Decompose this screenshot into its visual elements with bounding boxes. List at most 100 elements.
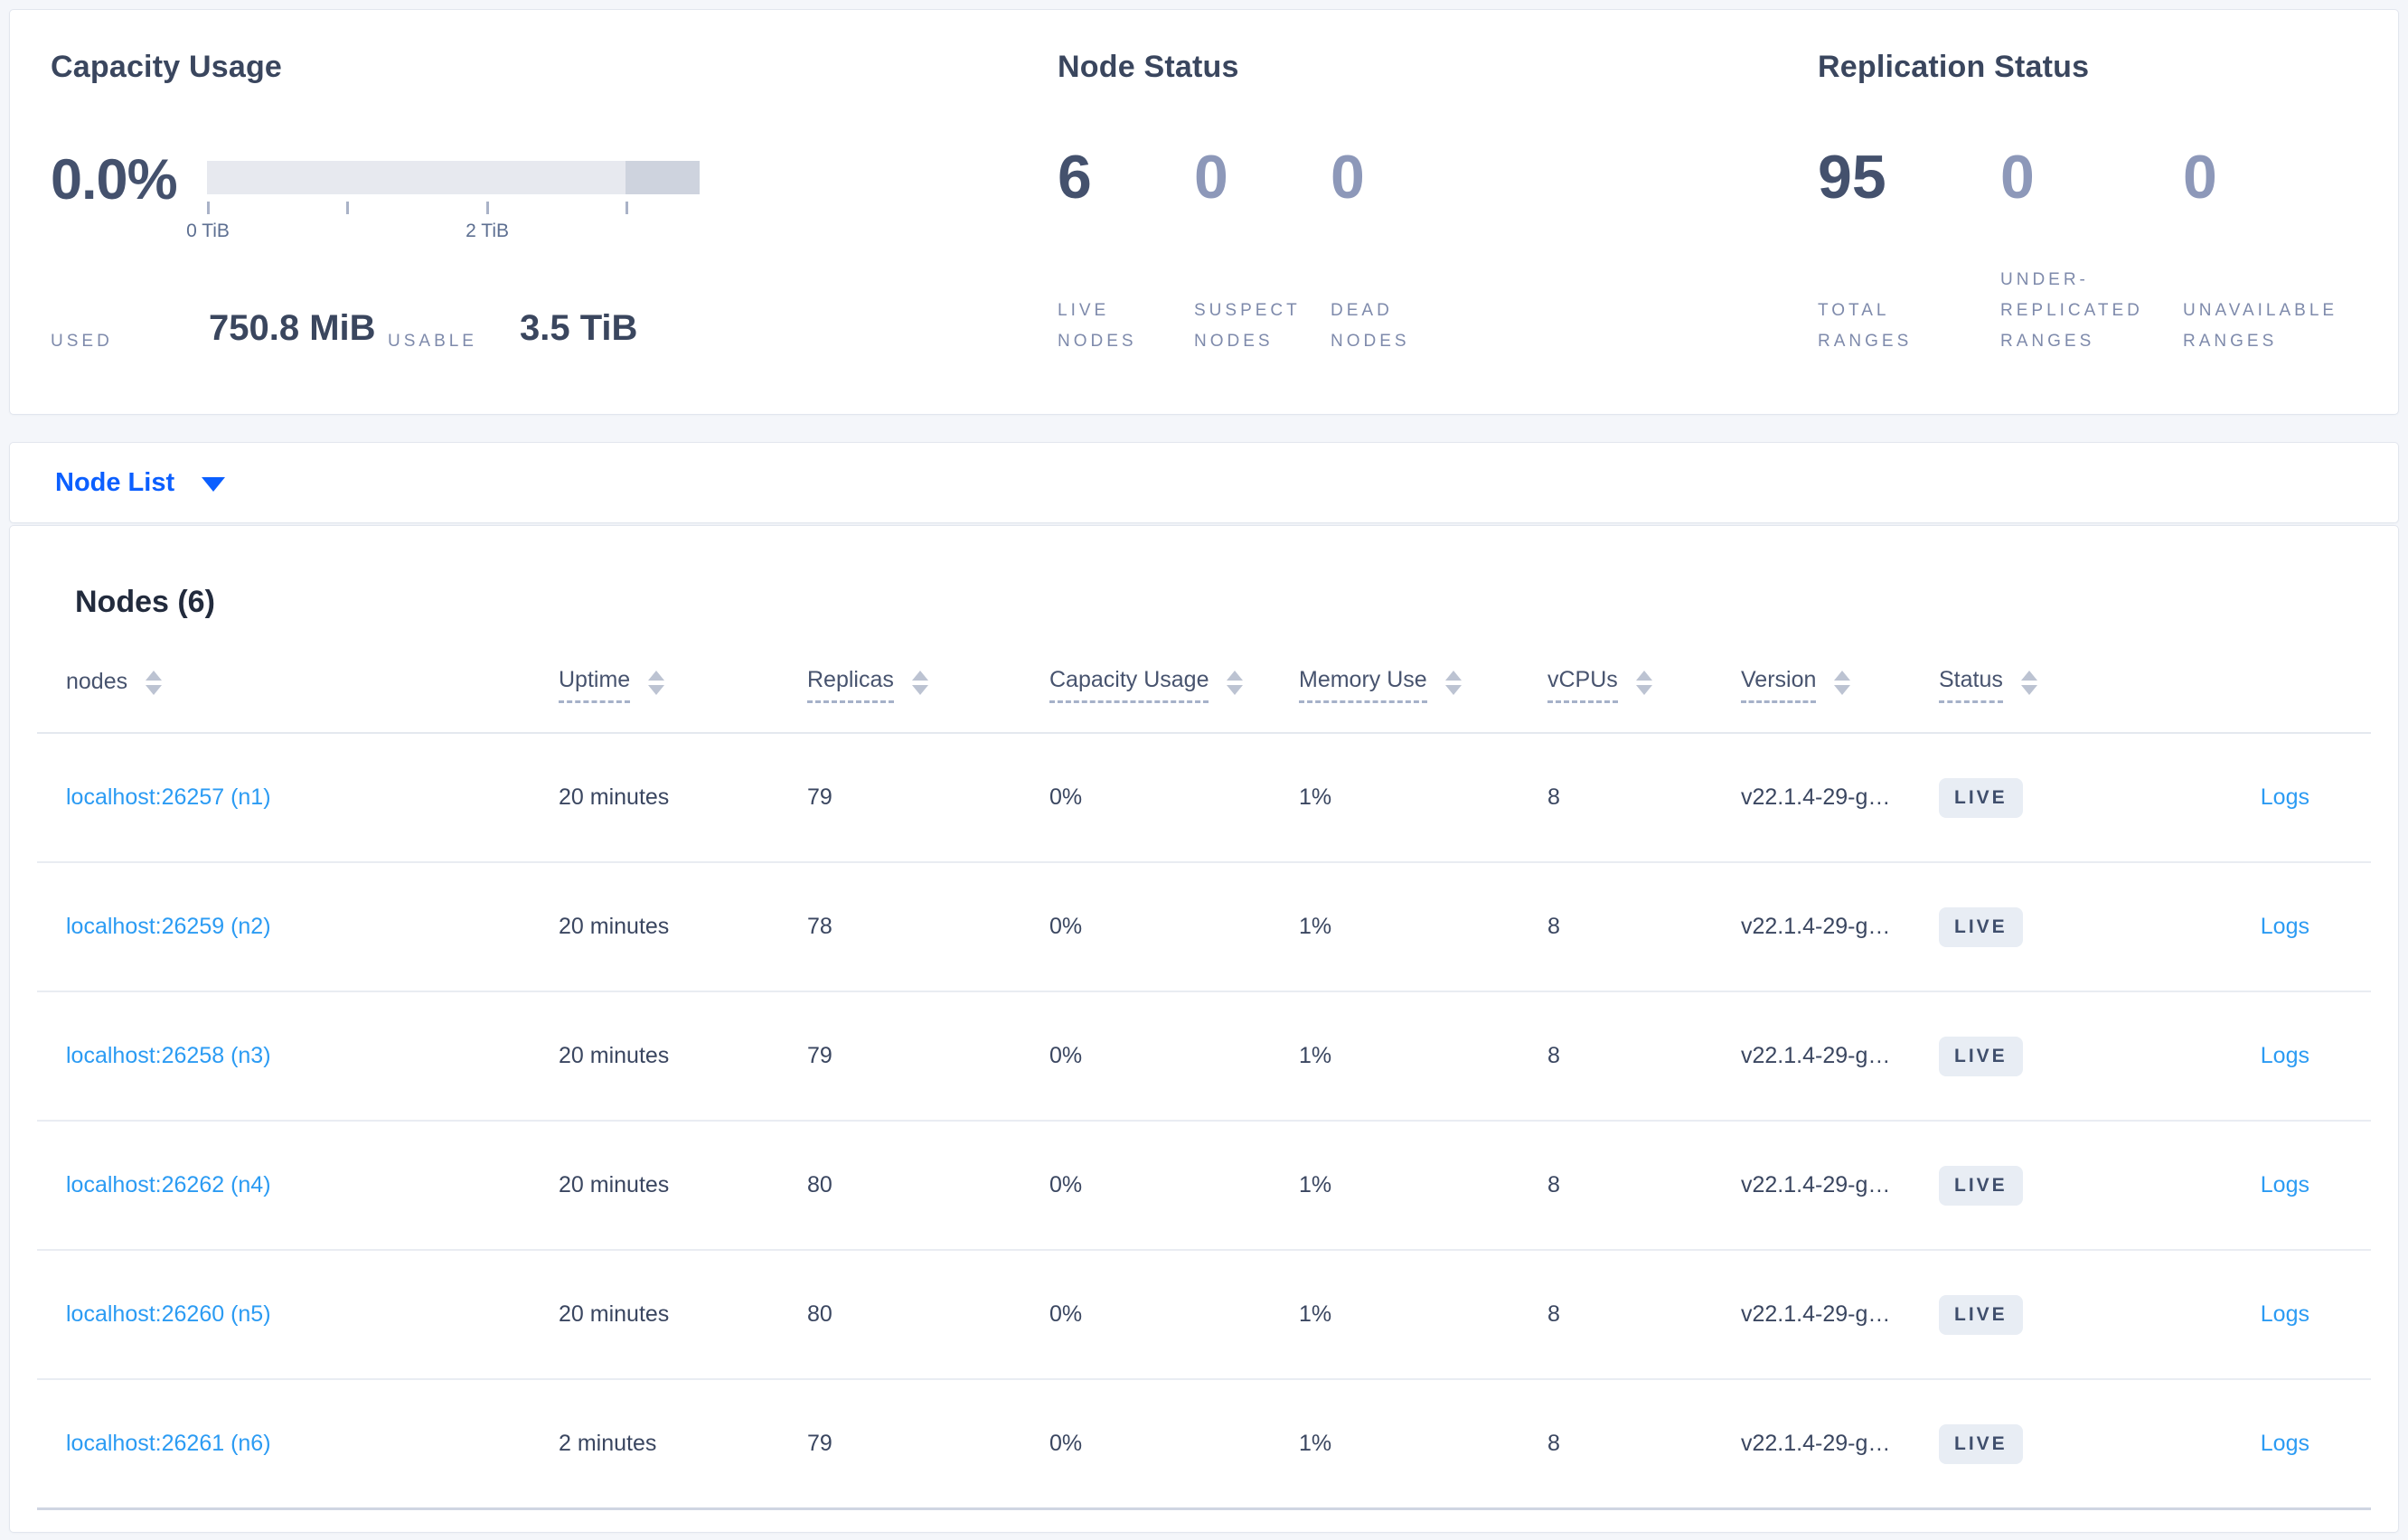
dead-nodes-label: DEAD NODES: [1331, 301, 1410, 351]
sort-icon: [648, 670, 665, 695]
table-row: localhost:26257 (n1) 20 minutes 79 0% 1%…: [37, 734, 2371, 863]
replication-status-panel: Replication Status 95 0 0 TOTAL RANGES U…: [1818, 10, 2405, 414]
gauge-tick-label-2: 2 TiB: [466, 221, 510, 241]
column-header-replicas[interactable]: Replicas: [807, 667, 1049, 703]
column-header-version[interactable]: Version: [1741, 667, 1939, 703]
logs-link[interactable]: Logs: [2261, 1043, 2309, 1069]
capacity-usage-title: Capacity Usage: [51, 50, 283, 84]
under-replicated-label: UNDER-REPLICATED RANGES: [2000, 270, 2143, 351]
gauge-tick: [486, 202, 489, 214]
column-header-memory-use[interactable]: Memory Use: [1299, 667, 1547, 703]
suspect-nodes-label: SUSPECT NODES: [1194, 301, 1301, 351]
version-cell: v22.1.4-29-g…: [1741, 1431, 1891, 1456]
logs-link[interactable]: Logs: [2261, 1172, 2309, 1198]
status-badge: LIVE: [1939, 1294, 2023, 1335]
column-header-vcpus[interactable]: vCPUs: [1547, 667, 1741, 703]
chevron-down-icon: [202, 477, 226, 492]
replicas-cell: 78: [807, 914, 832, 939]
vcpus-cell: 8: [1547, 784, 1560, 810]
table-row: localhost:26258 (n3) 20 minutes 79 0% 1%…: [37, 992, 2371, 1122]
uptime-cell: 20 minutes: [559, 784, 670, 810]
status-badge: LIVE: [1939, 777, 2023, 818]
logs-link[interactable]: Logs: [2261, 1431, 2309, 1457]
replicas-cell: 80: [807, 1172, 832, 1197]
table-header-row: nodes Uptime Replicas Capacity Usage Mem…: [37, 638, 2371, 734]
used-value: 750.8 MiB: [209, 308, 376, 348]
replicas-cell: 79: [807, 1431, 832, 1456]
nodes-table: nodes Uptime Replicas Capacity Usage Mem…: [37, 638, 2371, 1510]
node-link[interactable]: localhost:26259 (n2): [66, 914, 271, 940]
column-header-nodes[interactable]: nodes: [37, 669, 559, 702]
capacity-cell: 0%: [1049, 1431, 1083, 1456]
node-status-numbers: 6 0 0: [1058, 142, 1467, 212]
capacity-usage-figures: USED 750.8 MiB USABLE 3.5 TiB: [51, 308, 738, 362]
uptime-cell: 20 minutes: [559, 1172, 670, 1197]
nodes-table-card: Nodes (6) nodes Uptime Replicas Capacity…: [9, 525, 2399, 1533]
capacity-gauge-used-segment: [626, 161, 700, 194]
uptime-cell: 20 minutes: [559, 914, 670, 939]
node-list-dropdown[interactable]: Node List: [55, 468, 226, 498]
memory-cell: 1%: [1299, 1301, 1332, 1327]
memory-cell: 1%: [1299, 914, 1332, 939]
status-badge: LIVE: [1939, 1165, 2023, 1206]
sort-icon: [1444, 670, 1462, 695]
node-link[interactable]: localhost:26262 (n4): [66, 1172, 271, 1198]
capacity-cell: 0%: [1049, 1172, 1083, 1197]
sort-icon: [911, 670, 928, 695]
gauge-tick: [207, 202, 210, 214]
logs-link[interactable]: Logs: [2261, 1301, 2309, 1328]
version-cell: v22.1.4-29-g…: [1741, 1172, 1891, 1197]
unavailable-label: UNAVAILABLE RANGES: [2183, 301, 2338, 351]
column-header-uptime[interactable]: Uptime: [559, 667, 807, 703]
column-header-status[interactable]: Status: [1939, 667, 2133, 703]
capacity-cell: 0%: [1049, 1301, 1083, 1327]
capacity-gauge: 0 TiB 2 TiB: [186, 161, 700, 241]
logs-link[interactable]: Logs: [2261, 914, 2309, 940]
suspect-nodes-count: 0: [1194, 143, 1228, 211]
version-cell: v22.1.4-29-g…: [1741, 914, 1891, 939]
vcpus-cell: 8: [1547, 1043, 1560, 1068]
capacity-usage-panel: Capacity Usage 0.0% 0 TiB 2 TiB USED 750…: [51, 10, 1027, 414]
uptime-cell: 20 minutes: [559, 1301, 670, 1327]
vcpus-cell: 8: [1547, 1431, 1560, 1456]
cluster-summary-card: Capacity Usage 0.0% 0 TiB 2 TiB USED 750…: [9, 9, 2399, 415]
replication-labels: TOTAL RANGES UNDER-REPLICATED RANGES UNA…: [1818, 256, 2366, 357]
under-replicated-count: 0: [2000, 143, 2035, 211]
gauge-tick: [346, 202, 350, 214]
capacity-percent-value: 0.0%: [51, 148, 178, 211]
vcpus-cell: 8: [1547, 1301, 1560, 1327]
gauge-tick: [626, 202, 629, 214]
total-ranges-label: TOTAL RANGES: [1818, 301, 1913, 351]
version-cell: v22.1.4-29-g…: [1741, 1043, 1891, 1068]
capacity-gauge-bar: [207, 161, 700, 194]
replicas-cell: 79: [807, 784, 832, 810]
logs-link[interactable]: Logs: [2261, 784, 2309, 811]
status-badge: LIVE: [1939, 1423, 2023, 1464]
replicas-cell: 79: [807, 1043, 832, 1068]
version-cell: v22.1.4-29-g…: [1741, 784, 1891, 810]
node-link[interactable]: localhost:26257 (n1): [66, 784, 271, 811]
replicas-cell: 80: [807, 1301, 832, 1327]
sort-icon: [146, 670, 163, 695]
column-header-capacity-usage[interactable]: Capacity Usage: [1049, 667, 1299, 703]
table-row: localhost:26261 (n6) 2 minutes 79 0% 1% …: [37, 1380, 2371, 1510]
table-row: localhost:26259 (n2) 20 minutes 78 0% 1%…: [37, 863, 2371, 992]
table-row: localhost:26260 (n5) 20 minutes 80 0% 1%…: [37, 1251, 2371, 1380]
nodes-table-title: Nodes (6): [75, 585, 215, 619]
capacity-cell: 0%: [1049, 784, 1083, 810]
memory-cell: 1%: [1299, 784, 1332, 810]
usable-label: USABLE: [388, 332, 477, 351]
table-row: localhost:26262 (n4) 20 minutes 80 0% 1%…: [37, 1122, 2371, 1251]
used-label: USED: [51, 332, 113, 351]
node-link[interactable]: localhost:26261 (n6): [66, 1431, 271, 1457]
node-link[interactable]: localhost:26258 (n3): [66, 1043, 271, 1069]
version-cell: v22.1.4-29-g…: [1741, 1301, 1891, 1327]
uptime-cell: 2 minutes: [559, 1431, 657, 1456]
sort-icon: [1834, 670, 1851, 695]
unavailable-count: 0: [2183, 143, 2217, 211]
node-link[interactable]: localhost:26260 (n5): [66, 1301, 271, 1328]
replication-status-title: Replication Status: [1818, 50, 2090, 84]
node-status-title: Node Status: [1058, 50, 1239, 84]
replication-numbers: 95 0 0: [1818, 142, 2366, 212]
uptime-cell: 20 minutes: [559, 1043, 670, 1068]
